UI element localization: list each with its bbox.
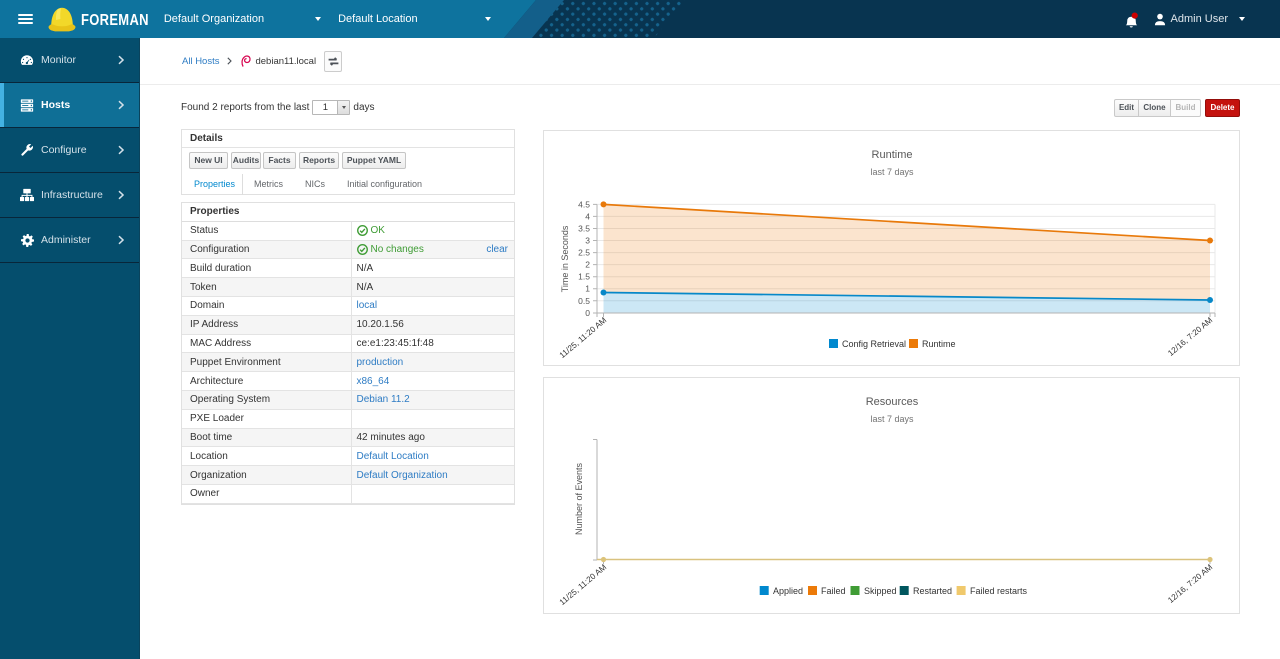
svg-text:3.5: 3.5 bbox=[578, 224, 590, 234]
svg-text:2: 2 bbox=[585, 260, 590, 270]
svg-text:Time in Seconds: Time in Seconds bbox=[560, 225, 570, 292]
svg-text:Failed restarts: Failed restarts bbox=[970, 586, 1028, 596]
svg-text:Number of Events: Number of Events bbox=[574, 462, 584, 535]
svg-text:2.5: 2.5 bbox=[578, 248, 590, 258]
svg-text:4: 4 bbox=[585, 211, 590, 221]
svg-text:Resources: Resources bbox=[866, 396, 919, 408]
svg-text:4.5: 4.5 bbox=[578, 199, 590, 209]
svg-text:11/25, 11:20 AM: 11/25, 11:20 AM bbox=[558, 563, 609, 608]
svg-text:0: 0 bbox=[585, 308, 590, 318]
svg-text:Config Retrieval: Config Retrieval bbox=[842, 339, 906, 349]
svg-text:Runtime: Runtime bbox=[872, 149, 913, 161]
svg-text:Restarted: Restarted bbox=[913, 586, 952, 596]
svg-text:12/16, 7:20 AM: 12/16, 7:20 AM bbox=[1166, 563, 1214, 605]
svg-text:Skipped: Skipped bbox=[864, 586, 897, 596]
svg-text:last 7 days: last 7 days bbox=[870, 167, 914, 177]
svg-text:1.5: 1.5 bbox=[578, 272, 590, 282]
svg-text:3: 3 bbox=[585, 236, 590, 246]
svg-text:last 7 days: last 7 days bbox=[870, 414, 914, 424]
svg-text:Failed: Failed bbox=[821, 586, 846, 596]
svg-text:12/16, 7:20 AM: 12/16, 7:20 AM bbox=[1166, 316, 1214, 358]
svg-text:Applied: Applied bbox=[773, 586, 803, 596]
svg-text:11/25, 11:20 AM: 11/25, 11:20 AM bbox=[558, 316, 609, 361]
svg-text:0.5: 0.5 bbox=[578, 296, 590, 306]
svg-text:1: 1 bbox=[585, 284, 590, 294]
svg-text:Runtime: Runtime bbox=[922, 339, 956, 349]
